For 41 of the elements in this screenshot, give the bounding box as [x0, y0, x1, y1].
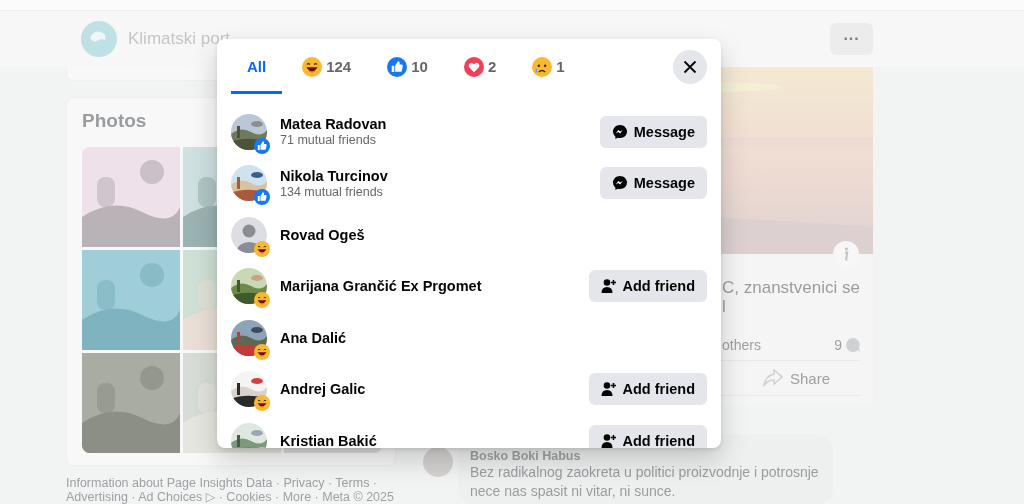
crying-emoji-icon: [532, 56, 553, 77]
reaction-tab[interactable]: 124: [286, 39, 368, 94]
comment-text: nece nas spasit ni vitar, ni sunce.: [470, 482, 677, 501]
message-button[interactable]: Message: [599, 115, 707, 148]
post-title: C, znanstvenici se: [722, 278, 861, 297]
person-name[interactable]: Kristian Bakić: [280, 432, 589, 448]
add-person-icon: [600, 278, 617, 295]
messenger-icon: [611, 175, 628, 192]
thumbs-up-icon: [387, 56, 408, 77]
footer-links: Advertising · Ad Choices ▷ · Cookies · More · Meta © 2025: [66, 490, 395, 504]
add-person-icon: [600, 432, 617, 448]
share-icon: [762, 368, 784, 388]
messenger-icon: [611, 123, 628, 140]
person-name[interactable]: Matea Radovan: [280, 116, 600, 133]
card-title: Photos: [82, 110, 147, 132]
person-name[interactable]: Andrej Galic: [280, 381, 589, 398]
mutual-friends: 134 mutual friends: [280, 184, 384, 199]
comment-text: Bez radikalnog zaokreta u politici proizvodnje i potrosnje: [470, 463, 820, 482]
add-person-icon: [600, 381, 617, 398]
close-button[interactable]: [673, 49, 707, 84]
more-button[interactable]: ···: [830, 23, 873, 55]
reaction-tab[interactable]: 10: [371, 39, 444, 94]
post-title: l: [722, 297, 727, 316]
reaction-tab[interactable]: 2: [447, 39, 513, 94]
reaction-tab[interactable]: All: [231, 39, 283, 94]
footer-links: Information about Page Insights Data · Privacy · Terms ·: [66, 476, 378, 490]
person-name[interactable]: Ana Dalić: [280, 329, 707, 346]
person-name[interactable]: Marijana Grančić Ex Prgomet: [280, 278, 589, 295]
laughing-emoji-icon: [302, 56, 323, 77]
avatar-icon: [423, 447, 453, 477]
person-name[interactable]: Nikola Turcinov: [280, 167, 600, 184]
close-icon: [683, 59, 697, 74]
add-friend-button[interactable]: Add friend: [588, 270, 707, 303]
add-friend-button[interactable]: Add friend: [588, 373, 707, 406]
comment-icon: [845, 337, 861, 353]
reaction-tab[interactable]: 1: [516, 39, 581, 94]
mutual-friends: 71 mutual friends: [280, 133, 377, 148]
add-friend-button[interactable]: Add friend: [588, 424, 707, 448]
person-name[interactable]: Rovad Ogeš: [280, 226, 707, 243]
message-button[interactable]: Message: [599, 167, 707, 200]
logo-icon: [81, 21, 117, 57]
